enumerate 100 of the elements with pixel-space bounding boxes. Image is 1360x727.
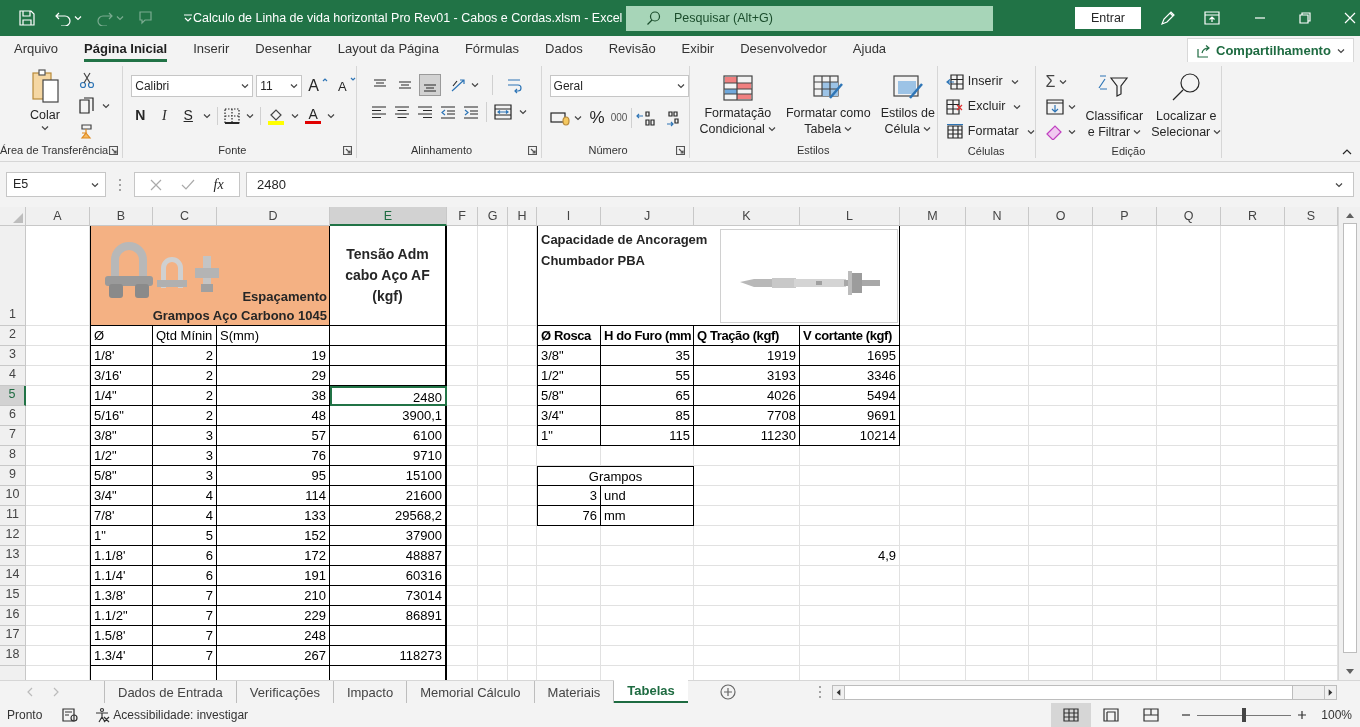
autosum-button[interactable]: Σ — [1045, 69, 1056, 94]
ribbon-tab[interactable]: Inserir — [193, 36, 230, 62]
row-header[interactable]: 13 — [0, 546, 26, 566]
add-sheet-icon[interactable] — [719, 684, 736, 700]
editing-button[interactable]: Classificar e Filtrar — [1085, 72, 1144, 143]
sign-in-button[interactable]: Entrar — [1075, 7, 1141, 29]
zoom-slider[interactable] — [1197, 708, 1292, 722]
column-header[interactable]: C — [153, 207, 217, 226]
ribbon-tab[interactable]: Arquivo — [14, 36, 59, 62]
row-header[interactable]: 15 — [0, 586, 26, 606]
row-header[interactable]: 8 — [0, 446, 26, 466]
column-header[interactable]: L — [800, 207, 900, 226]
borders-icon[interactable] — [224, 107, 241, 124]
column-header[interactable]: S — [1285, 207, 1338, 226]
dialog-launcher-icon[interactable] — [675, 146, 685, 155]
thousands-button[interactable]: 000 — [610, 110, 628, 126]
fill-down-icon[interactable] — [1045, 98, 1064, 115]
column-header[interactable]: J — [601, 207, 694, 226]
caret-icon[interactable] — [1013, 103, 1022, 110]
clipboard-icon[interactable] — [30, 68, 60, 104]
caret-up-icon[interactable] — [321, 77, 328, 82]
row-header[interactable]: 10 — [0, 486, 26, 506]
cells-menu-button[interactable]: Inserir — [945, 70, 1035, 93]
percent-button[interactable]: % — [589, 105, 605, 131]
caret-icon[interactable] — [844, 126, 853, 132]
sheet-tab[interactable]: Tabelas — [614, 680, 688, 703]
column-header[interactable]: Q — [1157, 207, 1221, 226]
accessibility-button[interactable]: Acessibilidade: investigar — [94, 703, 249, 727]
column-header[interactable]: R — [1221, 207, 1285, 226]
scroll-up-icon[interactable] — [1344, 211, 1355, 219]
normal-view-icon[interactable] — [1063, 708, 1080, 722]
increase-decimal-icon[interactable] — [636, 108, 657, 127]
ribbon-tab[interactable]: Dados — [545, 36, 583, 62]
zoom-level[interactable]: 100% — [1321, 706, 1352, 724]
caret-icon[interactable] — [767, 126, 776, 132]
conditional-format-icon[interactable] — [721, 74, 754, 102]
name-box[interactable]: E5 — [6, 172, 106, 197]
merge-cells-icon[interactable] — [493, 104, 512, 120]
cut-icon[interactable] — [79, 71, 95, 89]
column-header[interactable]: D — [217, 207, 330, 226]
column-header[interactable]: H — [508, 207, 537, 226]
caret-icon[interactable] — [327, 112, 336, 119]
column-header[interactable]: E — [330, 207, 447, 226]
column-header[interactable]: F — [447, 207, 478, 226]
search-icon[interactable] — [646, 10, 662, 26]
column-header[interactable]: A — [26, 207, 90, 226]
caret-icon[interactable] — [1335, 181, 1343, 188]
align-left-icon[interactable] — [370, 105, 387, 119]
search-field[interactable]: Pesquisar (Alt+G) — [626, 5, 993, 31]
insert-function-button[interactable]: fx — [213, 174, 224, 195]
scroll-thumb[interactable] — [844, 685, 1293, 699]
ribbon-tab[interactable]: Ajuda — [852, 36, 887, 62]
increase-indent-icon[interactable] — [462, 105, 479, 119]
macro-recording-icon[interactable] — [62, 708, 79, 722]
caret-icon[interactable] — [1059, 78, 1068, 85]
row-header[interactable]: 6 — [0, 406, 26, 426]
cells-menu-button[interactable]: Excluir — [945, 95, 1035, 118]
view-button[interactable] — [1051, 703, 1092, 727]
customize-toolbar-icon[interactable] — [182, 13, 194, 23]
share-icon[interactable] — [1196, 43, 1210, 58]
editing-button[interactable]: Localizar e Selecionar — [1151, 72, 1222, 143]
caret-icon[interactable] — [1133, 129, 1142, 135]
ribbon-tab[interactable]: Desenvolvedor — [740, 36, 827, 62]
cells-menu-button[interactable]: Formatar — [945, 120, 1035, 143]
close-icon[interactable] — [1343, 11, 1357, 25]
currency-icon[interactable] — [549, 109, 570, 126]
row-header[interactable]: 14 — [0, 566, 26, 586]
number-format-field[interactable]: Geral — [549, 75, 689, 97]
align-center-icon[interactable] — [393, 105, 410, 119]
dialog-launcher-icon[interactable] — [527, 146, 537, 155]
vertical-scrollbar[interactable] — [1338, 207, 1360, 680]
row-header[interactable]: 5 — [0, 386, 26, 406]
row-header[interactable]: 1 — [0, 226, 26, 326]
row-header[interactable]: 11 — [0, 506, 26, 526]
row-header[interactable]: 2 — [0, 326, 26, 346]
row-header[interactable]: 16 — [0, 606, 26, 626]
formula-field[interactable]: 2480 — [246, 172, 1354, 197]
caret-down-icon[interactable] — [349, 77, 356, 82]
caret-icon[interactable] — [1213, 129, 1222, 135]
search-icon[interactable] — [1170, 72, 1203, 102]
wrap-text-icon[interactable] — [505, 76, 524, 94]
column-header[interactable]: G — [478, 207, 508, 226]
collapse-ribbon-icon[interactable] — [1342, 148, 1352, 155]
column-header[interactable]: I — [537, 207, 601, 226]
style-button[interactable]: Estilos de Célula — [878, 74, 937, 142]
ribbon-tab[interactable]: Fórmulas — [464, 36, 520, 62]
caret-icon[interactable] — [1067, 128, 1076, 135]
row-header[interactable]: 9 — [0, 466, 26, 486]
scroll-thumb[interactable] — [1342, 223, 1357, 653]
ribbon-tab[interactable]: Desenhar — [255, 36, 312, 62]
caret-icon[interactable] — [102, 103, 110, 109]
dialog-launcher-icon[interactable] — [109, 146, 119, 155]
caret-icon[interactable] — [518, 109, 527, 115]
insert-cells-icon[interactable] — [945, 73, 964, 90]
caret-icon[interactable] — [203, 112, 212, 119]
drag-handle-icon[interactable] — [118, 177, 122, 192]
row-header[interactable]: 3 — [0, 346, 26, 366]
style-button[interactable]: Formatação Condicional — [697, 74, 778, 142]
row-header[interactable]: 12 — [0, 526, 26, 546]
column-header[interactable]: P — [1093, 207, 1157, 226]
